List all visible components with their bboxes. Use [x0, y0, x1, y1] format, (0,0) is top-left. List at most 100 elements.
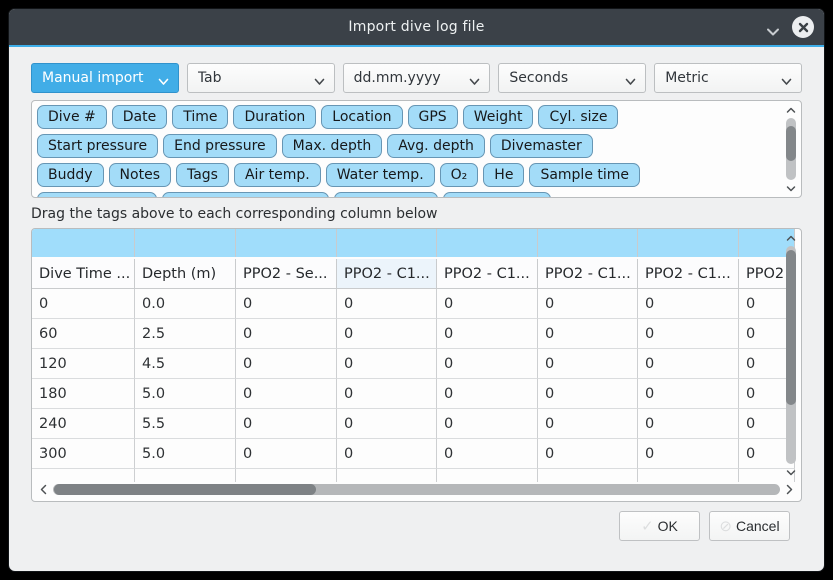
table-cell[interactable]: 0	[437, 439, 538, 469]
table-cell[interactable]: 0	[638, 379, 739, 409]
column-header[interactable]: Dive Time ...	[32, 259, 135, 289]
table-cell[interactable]: 0	[236, 319, 337, 349]
table-cell[interactable]: 5.0	[135, 379, 236, 409]
scroll-down-icon[interactable]	[786, 466, 796, 478]
table-cell[interactable]	[135, 469, 236, 482]
table-cell[interactable]: 0	[337, 409, 437, 439]
field-tag[interactable]: End pressure	[163, 134, 277, 158]
scrollbar-track[interactable]	[53, 484, 780, 495]
tag-drop-cell[interactable]	[135, 229, 236, 257]
scrollbar-thumb[interactable]	[54, 484, 316, 495]
ok-button[interactable]: ✓ OK	[619, 511, 700, 541]
table-cell[interactable]: 0	[236, 349, 337, 379]
cancel-button[interactable]: ⊘ Cancel	[709, 511, 790, 541]
scrollbar-thumb[interactable]	[786, 126, 796, 161]
table-cell[interactable]: 0	[538, 289, 638, 319]
table-vertical-scrollbar[interactable]	[784, 232, 798, 478]
table-cell[interactable]: 0.0	[135, 289, 236, 319]
table-cell[interactable]: 0	[638, 319, 739, 349]
table-cell[interactable]: 4.5	[135, 349, 236, 379]
table-cell[interactable]: 0	[538, 439, 638, 469]
tag-drop-cell[interactable]	[437, 229, 538, 257]
import-mode-select[interactable]: Manual import	[31, 63, 179, 93]
table-cell[interactable]: 0	[337, 439, 437, 469]
scrollbar-thumb[interactable]	[786, 250, 796, 405]
table-cell[interactable]	[638, 469, 739, 482]
table-cell[interactable]: 0	[437, 289, 538, 319]
tags-vertical-scrollbar[interactable]	[784, 104, 798, 194]
table-cell[interactable]: 0	[437, 349, 538, 379]
field-tag[interactable]: Dive #	[37, 105, 107, 129]
tag-drop-cell[interactable]	[638, 229, 739, 257]
table-cell[interactable]: 0	[638, 289, 739, 319]
tag-drop-cell[interactable]	[538, 229, 638, 257]
field-tag[interactable]: Sample pO₂	[334, 192, 438, 198]
table-horizontal-scrollbar[interactable]	[37, 482, 796, 497]
field-separator-select[interactable]: Tab	[187, 63, 335, 93]
table-cell[interactable]: 0	[337, 349, 437, 379]
field-tag[interactable]: Sample time	[529, 163, 640, 187]
table-cell[interactable]: 0	[337, 289, 437, 319]
table-cell[interactable]: 180	[32, 379, 135, 409]
scroll-down-icon[interactable]	[786, 182, 796, 194]
table-cell[interactable]	[32, 469, 135, 482]
field-tag[interactable]: Max. depth	[282, 134, 383, 158]
table-cell[interactable]	[437, 469, 538, 482]
field-tag[interactable]: Location	[321, 105, 402, 129]
table-cell[interactable]: 0	[437, 409, 538, 439]
duration-format-select[interactable]: Seconds	[498, 63, 646, 93]
tag-drop-cell[interactable]	[236, 229, 337, 257]
table-cell[interactable]: 2.5	[135, 319, 236, 349]
table-cell[interactable]: 0	[437, 319, 538, 349]
field-tag[interactable]: Sample depth	[37, 192, 157, 198]
column-header[interactable]: PPO2 - Se...	[236, 259, 337, 289]
scrollbar-track[interactable]	[786, 246, 796, 464]
field-tag[interactable]: O₂	[440, 163, 479, 187]
table-cell[interactable]: 0	[337, 319, 437, 349]
table-cell[interactable]: 120	[32, 349, 135, 379]
field-tag[interactable]: GPS	[408, 105, 458, 129]
table-cell[interactable]: 0	[32, 289, 135, 319]
field-tag[interactable]: Time	[172, 105, 228, 129]
column-header[interactable]: PPO2 - C1...	[538, 259, 638, 289]
table-cell[interactable]: 0	[638, 409, 739, 439]
field-tag[interactable]: Buddy	[37, 163, 104, 187]
scroll-right-icon[interactable]	[783, 484, 796, 495]
field-tag[interactable]: Duration	[233, 105, 316, 129]
field-tag[interactable]: Water temp.	[326, 163, 435, 187]
collapse-chevron-icon[interactable]	[766, 22, 780, 32]
tag-drop-cell[interactable]	[32, 229, 135, 257]
table-cell[interactable]: 0	[538, 379, 638, 409]
table-cell[interactable]	[236, 469, 337, 482]
date-format-select[interactable]: dd.mm.yyyy	[343, 63, 491, 93]
field-tag[interactable]: Notes	[109, 163, 171, 187]
table-cell[interactable]: 0	[538, 349, 638, 379]
column-header[interactable]: PPO2 - C1...	[337, 259, 437, 289]
table-cell[interactable]: 0	[538, 409, 638, 439]
field-tag[interactable]: Date	[112, 105, 167, 129]
table-cell[interactable]: 5.5	[135, 409, 236, 439]
table-cell[interactable]: 0	[638, 349, 739, 379]
field-tag[interactable]: Tags	[176, 163, 229, 187]
close-button[interactable]	[792, 16, 814, 38]
table-cell[interactable]: 240	[32, 409, 135, 439]
field-tag[interactable]: Avg. depth	[387, 134, 485, 158]
field-tag[interactable]: Start pressure	[37, 134, 158, 158]
table-cell[interactable]	[538, 469, 638, 482]
scrollbar-track[interactable]	[786, 118, 796, 180]
column-header[interactable]: PPO2 - C1...	[638, 259, 739, 289]
table-cell[interactable]: 60	[32, 319, 135, 349]
column-header[interactable]: PPO2 - C1...	[437, 259, 538, 289]
table-cell[interactable]: 0	[538, 319, 638, 349]
field-tag[interactable]: Air temp.	[234, 163, 321, 187]
field-tag[interactable]: Weight	[463, 105, 534, 129]
table-cell[interactable]: 300	[32, 439, 135, 469]
scroll-up-icon[interactable]	[786, 104, 796, 116]
field-tag[interactable]: Sample CNS	[443, 192, 551, 198]
table-cell[interactable]: 5.0	[135, 439, 236, 469]
scroll-left-icon[interactable]	[37, 484, 50, 495]
table-cell[interactable]: 0	[236, 439, 337, 469]
tag-drop-cell[interactable]	[337, 229, 437, 257]
table-cell[interactable]: 0	[337, 379, 437, 409]
table-cell[interactable]: 0	[638, 439, 739, 469]
